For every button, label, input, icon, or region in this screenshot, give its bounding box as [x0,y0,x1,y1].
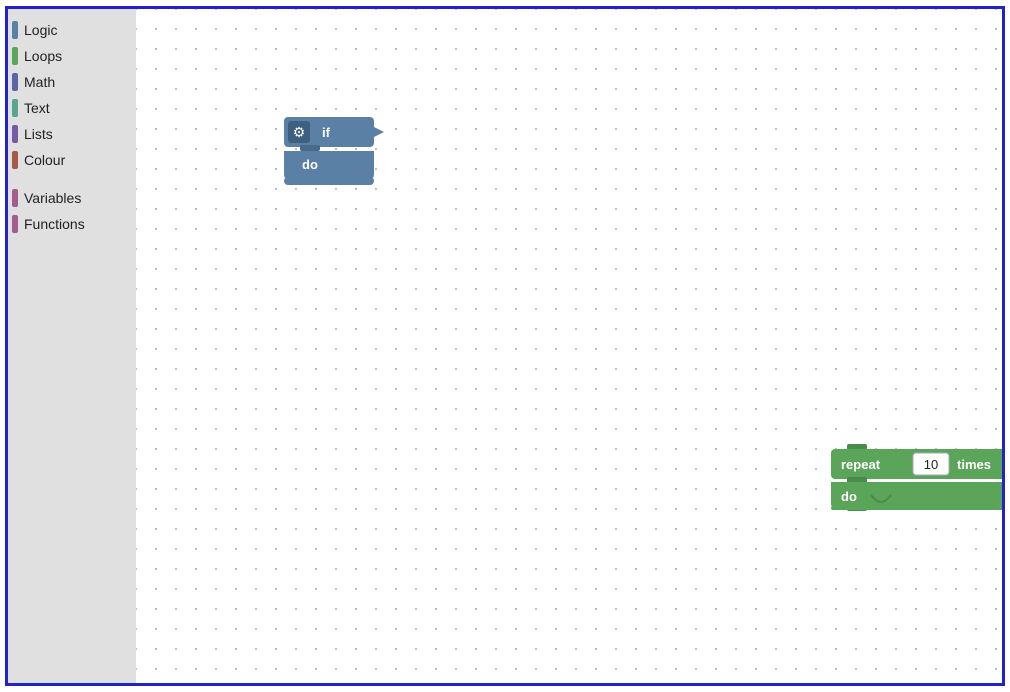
svg-text:if: if [322,125,331,140]
sidebar-item-lists[interactable]: Lists [8,121,136,147]
canvas-area[interactable]: ⚙ if do repeat 10 [136,9,1002,683]
sidebar-item-loops[interactable]: Loops [8,43,136,69]
sidebar-label-text: Text [24,100,50,116]
color-bar-math [12,73,18,91]
sidebar-spacer [8,173,136,185]
sidebar-label-variables: Variables [24,190,81,206]
sidebar-item-functions[interactable]: Functions [8,211,136,237]
sidebar-label-loops: Loops [24,48,62,64]
color-bar-lists [12,125,18,143]
repeat-block[interactable]: repeat 10 times do [831,444,1002,514]
main-container: Logic Loops Math Text Lists Colour Variables Fu… [5,6,1005,686]
sidebar: Logic Loops Math Text Lists Colour Variables Fu… [8,9,136,683]
svg-text:repeat: repeat [841,457,881,472]
if-block[interactable]: ⚙ if do [284,117,384,192]
sidebar-item-logic[interactable]: Logic [8,17,136,43]
svg-text:do: do [841,489,857,504]
sidebar-item-variables[interactable]: Variables [8,185,136,211]
sidebar-label-logic: Logic [24,22,57,38]
color-bar-functions [12,215,18,233]
sidebar-label-colour: Colour [24,152,65,168]
color-bar-text [12,99,18,117]
color-bar-variables [12,189,18,207]
sidebar-item-text[interactable]: Text [8,95,136,121]
svg-text:⚙: ⚙ [293,124,306,140]
sidebar-item-math[interactable]: Math [8,69,136,95]
color-bar-colour [12,151,18,169]
sidebar-item-colour[interactable]: Colour [8,147,136,173]
svg-text:times: times [957,457,991,472]
svg-text:do: do [302,157,318,172]
sidebar-label-math: Math [24,74,55,90]
color-bar-loops [12,47,18,65]
sidebar-label-lists: Lists [24,126,53,142]
svg-text:10: 10 [924,457,938,472]
color-bar-logic [12,21,18,39]
sidebar-label-functions: Functions [24,216,85,232]
